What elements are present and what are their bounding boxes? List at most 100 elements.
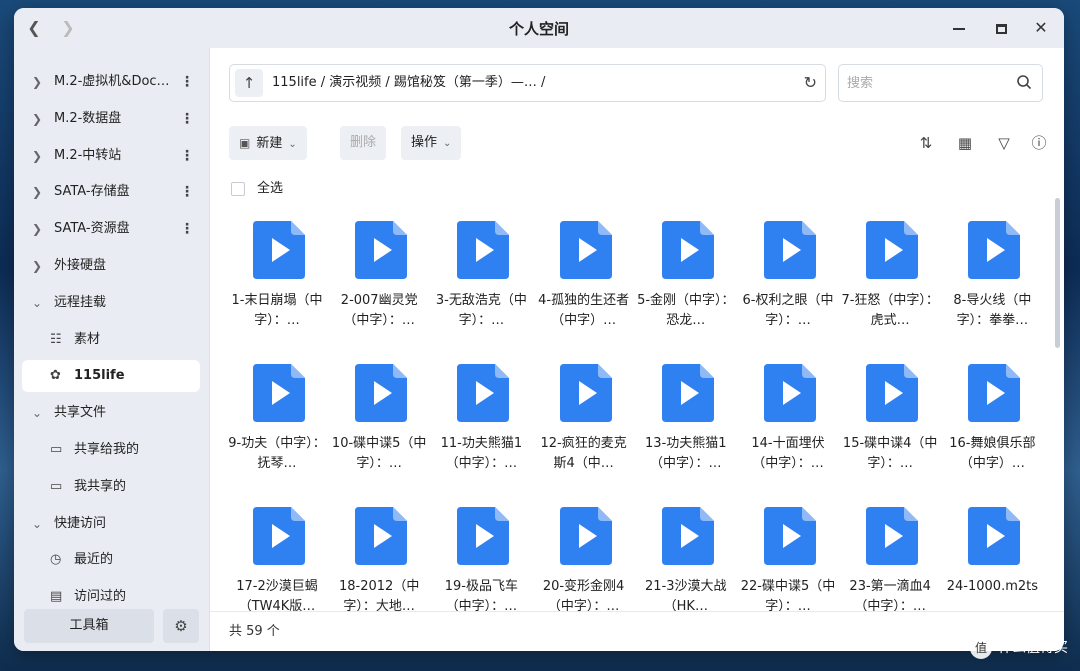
file-item[interactable]: 15-碟中谍4（中字）：… bbox=[841, 356, 939, 486]
sidebar-item-4[interactable]: ❯ SATA-资源盘 ⋮ bbox=[22, 213, 200, 245]
settings-button[interactable]: ⚙ bbox=[163, 609, 199, 643]
breadcrumb[interactable]: 115life / 演示视频 / 踢馆秘笈（第一季）—… / bbox=[272, 65, 545, 101]
file-item[interactable]: 14-十面埋伏（中字）：… bbox=[739, 356, 837, 486]
scrollbar[interactable] bbox=[1055, 198, 1060, 348]
sort-icon[interactable]: ⇅ bbox=[917, 134, 935, 152]
file-name: 12-疯狂的麦克斯4（中… bbox=[540, 436, 627, 471]
file-name: 15-碟中谍4（中字）：… bbox=[842, 436, 938, 471]
file-item[interactable]: 10-碟中谍5（中字）：… bbox=[330, 356, 428, 486]
video-file-icon bbox=[968, 221, 1021, 279]
toolbox-button[interactable]: 工具箱 bbox=[24, 609, 154, 643]
refresh-button[interactable]: ↻ bbox=[804, 65, 817, 101]
file-item[interactable]: 5-金刚（中字）：恐龙… bbox=[637, 213, 735, 343]
sidebar-item-label: 共享给我的 bbox=[74, 442, 140, 457]
sidebar-item-11[interactable]: ▭ 我共享的 bbox=[22, 471, 200, 503]
file-item[interactable]: 17-2沙漠巨蝎（TW4K版… bbox=[228, 499, 326, 618]
action-button[interactable]: 操作 ⌄ bbox=[401, 126, 462, 160]
chevron-down-icon[interactable]: ⌄ bbox=[32, 287, 42, 319]
file-item[interactable]: 19-极品飞车（中字）：… bbox=[432, 499, 530, 618]
sidebar-item-label: SATA-存储盘 bbox=[54, 184, 130, 200]
sidebar-footer: 工具箱 ⚙ bbox=[14, 601, 209, 651]
chevron-right-icon[interactable]: ❯ bbox=[32, 250, 42, 282]
sidebar-item-1[interactable]: ❯ M.2-数据盘 ⋮ bbox=[22, 103, 200, 135]
file-item[interactable]: 16-舞娘俱乐部（中字）… bbox=[943, 356, 1041, 486]
file-item[interactable]: 9-功夫（中字）：抚琴… bbox=[228, 356, 326, 486]
sidebar-item-5[interactable]: ❯ 外接硬盘 bbox=[22, 250, 200, 282]
sidebar-item-9[interactable]: ⌄ 共享文件 bbox=[22, 397, 200, 429]
new-button-label: 新建 bbox=[256, 136, 283, 151]
more-vertical-icon[interactable]: ⋮ bbox=[180, 140, 194, 172]
chevron-right-icon[interactable]: ❯ bbox=[32, 176, 42, 208]
sidebar-item-12[interactable]: ⌄ 快捷访问 bbox=[22, 508, 200, 540]
back-button[interactable]: ❮ bbox=[24, 18, 44, 38]
file-item[interactable]: 3-无敌浩克（中字）：… bbox=[432, 213, 530, 343]
file-item[interactable]: 4-孤独的生还者（中字）… bbox=[535, 213, 633, 343]
file-item[interactable]: 8-导火线（中字）：拳拳… bbox=[943, 213, 1041, 343]
file-name: 11-功夫熊猫1（中字）：… bbox=[440, 436, 523, 471]
file-item[interactable]: 13-功夫熊猫1（中字）：… bbox=[637, 356, 735, 486]
video-file-icon bbox=[968, 364, 1021, 422]
watermark-text: 什么值得买 bbox=[998, 640, 1068, 656]
sidebar-item-13[interactable]: ◷ 最近的 bbox=[22, 544, 200, 576]
minimize-button[interactable] bbox=[948, 18, 970, 38]
filter-icon[interactable]: ▽ bbox=[995, 134, 1013, 152]
file-item[interactable]: 22-碟中谍5（中字）：… bbox=[739, 499, 837, 618]
sidebar-item-8[interactable]: ✿ 115life bbox=[22, 360, 200, 393]
file-item[interactable]: 6-权利之眼（中字）：… bbox=[739, 213, 837, 343]
file-item[interactable]: 7-狂怒（中字）：虎式… bbox=[841, 213, 939, 343]
chevron-right-icon[interactable]: ❯ bbox=[32, 213, 42, 245]
sidebar-item-10[interactable]: ▭ 共享给我的 bbox=[22, 434, 200, 466]
chevron-right-icon[interactable]: ❯ bbox=[32, 140, 42, 172]
sidebar-item-label: 我共享的 bbox=[74, 478, 127, 494]
more-vertical-icon[interactable]: ⋮ bbox=[180, 176, 194, 208]
select-all[interactable]: 全选 bbox=[231, 179, 283, 199]
maximize-button[interactable] bbox=[990, 18, 1012, 38]
more-vertical-icon[interactable]: ⋮ bbox=[180, 213, 194, 245]
video-file-icon bbox=[866, 507, 919, 565]
grid-view-icon[interactable]: ▦ bbox=[956, 134, 974, 152]
file-item[interactable]: 11-功夫熊猫1（中字）：… bbox=[432, 356, 530, 486]
select-all-checkbox[interactable] bbox=[231, 181, 245, 196]
file-name: 4-孤独的生还者（中字）… bbox=[538, 293, 630, 328]
sidebar-item-7[interactable]: ☷ 素材 bbox=[22, 324, 200, 356]
refresh-icon: ↻ bbox=[803, 73, 817, 92]
file-manager-window: ❮ ❯ 个人空间 ✕ ❯ M.2-虚拟机&Doc… ⋮ ❯ M.2-数据盘 ⋮ ❯ M.2-中… bbox=[14, 8, 1064, 651]
more-vertical-icon[interactable]: ⋮ bbox=[180, 66, 194, 98]
sidebar-item-label: 远程挂载 bbox=[54, 294, 107, 310]
chevron-down-icon: ⌄ bbox=[288, 139, 297, 150]
chevron-right-icon[interactable]: ❯ bbox=[32, 66, 42, 98]
forward-button[interactable]: ❯ bbox=[58, 18, 78, 38]
file-item[interactable]: 2-007幽灵党（中字）：… bbox=[330, 213, 428, 343]
file-item[interactable]: 1-末日崩塌（中字）：… bbox=[228, 213, 326, 343]
sidebar-item-3[interactable]: ❯ SATA-存储盘 ⋮ bbox=[22, 176, 200, 208]
title-bar: ❮ ❯ 个人空间 ✕ bbox=[14, 8, 1064, 48]
file-item[interactable]: 23-第一滴血4（中字）：… bbox=[841, 499, 939, 618]
sidebar-item-label: SATA-资源盘 bbox=[54, 221, 130, 237]
sidebar-item-6[interactable]: ⌄ 远程挂载 bbox=[22, 287, 200, 319]
chevron-right-icon[interactable]: ❯ bbox=[32, 103, 42, 135]
file-item[interactable]: 24-1000.m2ts bbox=[943, 499, 1041, 618]
more-vertical-icon[interactable]: ⋮ bbox=[180, 103, 194, 135]
file-item[interactable]: 21-3沙漠大战（HK… bbox=[637, 499, 735, 618]
video-file-icon bbox=[866, 221, 919, 279]
chevron-down-icon[interactable]: ⌄ bbox=[32, 397, 42, 429]
chevron-down-icon[interactable]: ⌄ bbox=[32, 508, 42, 540]
smzdm-logo-icon: 值 bbox=[970, 637, 992, 659]
file-item[interactable]: 18-2012（中字）：大地… bbox=[330, 499, 428, 618]
search-icon[interactable] bbox=[1016, 74, 1032, 90]
new-button[interactable]: ▣ 新建 ⌄ bbox=[229, 126, 307, 160]
up-level-button[interactable]: ↑ bbox=[235, 69, 263, 97]
video-file-icon bbox=[355, 507, 408, 565]
search-input[interactable] bbox=[847, 71, 1007, 95]
video-file-icon bbox=[866, 364, 919, 422]
info-icon[interactable]: ⓘ bbox=[1030, 134, 1048, 152]
sidebar-item-2[interactable]: ❯ M.2-中转站 ⋮ bbox=[22, 140, 200, 172]
file-item[interactable]: 12-疯狂的麦克斯4（中… bbox=[535, 356, 633, 486]
video-file-icon bbox=[253, 364, 305, 422]
file-name: 1-末日崩塌（中字）：… bbox=[231, 293, 323, 328]
delete-button[interactable]: 删除 bbox=[340, 126, 387, 160]
close-button[interactable]: ✕ bbox=[1030, 18, 1052, 38]
file-item[interactable]: 20-变形金刚4（中字）：… bbox=[535, 499, 633, 618]
sidebar-item-0[interactable]: ❯ M.2-虚拟机&Doc… ⋮ bbox=[22, 66, 200, 98]
action-button-label: 操作 bbox=[411, 135, 438, 150]
